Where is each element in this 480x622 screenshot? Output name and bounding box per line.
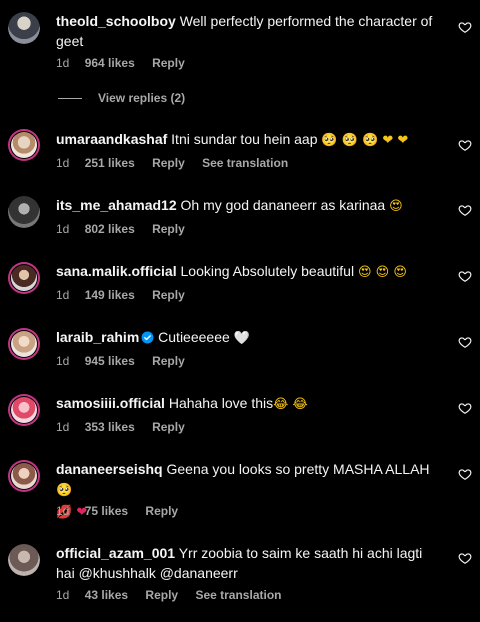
comment-meta: 1d 149 likes Reply	[56, 288, 199, 302]
heart-icon[interactable]	[458, 269, 472, 283]
avatar[interactable]	[8, 544, 40, 576]
comment-username[interactable]: official_azam_001	[56, 545, 175, 561]
comment-time: 1d	[56, 222, 70, 236]
comment-likes[interactable]: 43 likes	[85, 588, 128, 602]
view-replies-button[interactable]: View replies (2)	[58, 91, 185, 105]
view-replies-label[interactable]: View replies (2)	[98, 91, 185, 105]
reply-button[interactable]: Reply	[152, 56, 185, 70]
reply-button[interactable]: Reply	[152, 354, 185, 368]
comment-likes[interactable]: 945 likes	[85, 354, 135, 368]
heart-icon[interactable]	[458, 467, 472, 481]
comment-meta: 1d 43 likes Reply See translation	[56, 588, 295, 602]
comment-emojis: 🥺	[56, 483, 73, 498]
avatar[interactable]	[8, 129, 40, 161]
comment-body: official_azam_001 Yrr zoobia to saim ke …	[56, 543, 434, 583]
reply-button[interactable]: Reply	[152, 156, 185, 170]
avatar[interactable]	[8, 12, 40, 44]
comment-body: its_me_ahamad12 Oh my god dananeerr as k…	[56, 195, 434, 217]
comment-username[interactable]: laraib_rahim	[56, 329, 139, 345]
avatar[interactable]	[8, 328, 40, 360]
see-translation-button[interactable]: See translation	[202, 156, 288, 170]
comment-emojis: 😍 😍 😍	[357, 265, 407, 280]
comment-body: sana.malik.official Looking Absolutely b…	[56, 261, 434, 283]
reply-button[interactable]: Reply	[152, 420, 185, 434]
comment-likes[interactable]: 964 likes	[85, 56, 135, 70]
comment-username[interactable]: theold_schoolboy	[56, 13, 176, 29]
reply-button[interactable]: Reply	[145, 504, 178, 518]
avatar[interactable]	[8, 262, 40, 294]
heart-icon[interactable]	[458, 138, 472, 152]
heart-icon[interactable]	[458, 203, 472, 217]
reply-button[interactable]: Reply	[152, 222, 185, 236]
comment-likes[interactable]: 802 likes	[85, 222, 135, 236]
comment-text: Hahaha love this	[168, 395, 274, 411]
heart-icon[interactable]	[458, 551, 472, 565]
reply-button[interactable]: Reply	[145, 588, 178, 602]
comment-meta: 1d 964 likes Reply	[56, 56, 199, 70]
comment-text: Cutieeeeee	[158, 329, 230, 345]
comment-text: Looking Absolutely beautiful	[180, 263, 355, 279]
comment-time: 1d	[56, 56, 70, 70]
comment-likes[interactable]: 75 likes	[85, 504, 128, 518]
avatar[interactable]	[8, 196, 40, 228]
avatar[interactable]	[8, 394, 40, 426]
comment-time: 1d	[56, 420, 70, 434]
comment-username[interactable]: its_me_ahamad12	[56, 197, 177, 213]
comment-meta: 1d 945 likes Reply	[56, 354, 199, 368]
comment-username[interactable]: dananeerseishq	[56, 461, 163, 477]
comment-emojis: 😂 😂	[273, 397, 308, 412]
comment-meta: 1d 802 likes Reply	[56, 222, 199, 236]
comment-body: umaraandkashaf Itni sundar tou hein aap …	[56, 129, 434, 151]
heart-icon[interactable]	[458, 335, 472, 349]
comment-username[interactable]: samosiiii.official	[56, 395, 165, 411]
comment-time: 1d	[56, 354, 70, 368]
see-translation-button[interactable]: See translation	[195, 588, 281, 602]
comment-time: 1d	[56, 588, 70, 602]
comment-likes[interactable]: 251 likes	[85, 156, 135, 170]
avatar[interactable]	[8, 460, 40, 492]
comment-text: Geena you looks so pretty MASHA ALLAH	[166, 461, 430, 477]
heart-icon[interactable]	[458, 20, 472, 34]
comment-username[interactable]: umaraandkashaf	[56, 131, 167, 147]
comment-meta: 1d 353 likes Reply	[56, 420, 199, 434]
comment-emojis: 😍	[389, 199, 403, 214]
comment-username[interactable]: sana.malik.official	[56, 263, 177, 279]
comment-time: 1d	[56, 156, 70, 170]
comment-text: Itni sundar tou hein aap	[171, 131, 318, 147]
verified-badge-icon	[141, 329, 154, 344]
comment-body: theold_schoolboy Well perfectly performe…	[56, 11, 434, 51]
comment-likes[interactable]: 353 likes	[85, 420, 135, 434]
reply-button[interactable]: Reply	[152, 288, 185, 302]
comment-time: 1d	[56, 504, 70, 518]
comment-emojis: 🤍	[233, 331, 250, 346]
comment-meta: 1d 75 likes Reply	[56, 504, 192, 518]
comment-likes[interactable]: 149 likes	[85, 288, 135, 302]
comment-meta: 1d 251 likes Reply See translation	[56, 156, 302, 170]
comment-text: Oh my god dananeerr as karinaa	[180, 197, 386, 213]
comment-body: laraib_rahim Cutieeeeee 🤍	[56, 327, 434, 349]
comment-emojis: 🥺 🥺 🥺 ❤ ❤	[321, 133, 409, 148]
comment-body: samosiiii.official Hahaha love this😂 😂	[56, 393, 434, 415]
divider-line	[58, 97, 82, 99]
heart-icon[interactable]	[458, 401, 472, 415]
comment-time: 1d	[56, 288, 70, 302]
